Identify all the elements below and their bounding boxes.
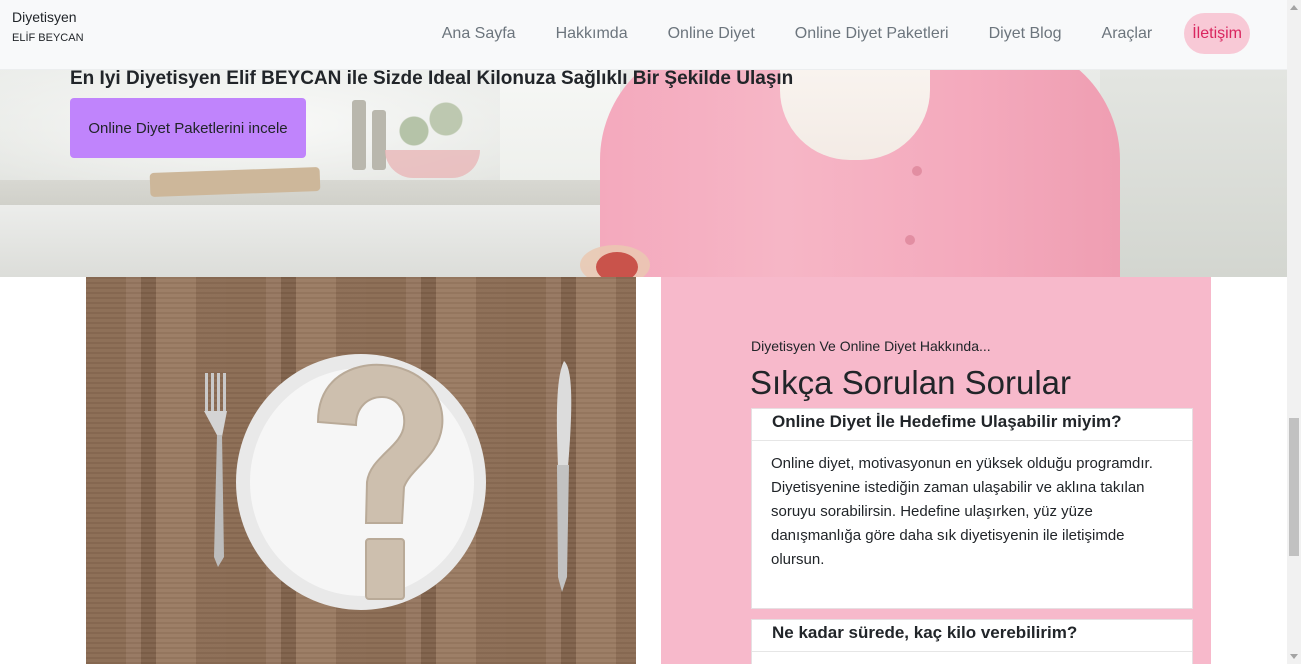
knife-icon xyxy=(556,361,572,592)
hero-title: En İyi Diyetisyen Elif BEYCAN ile Sizde … xyxy=(70,68,794,89)
shirt-button xyxy=(912,166,922,176)
faq-accordion-item: Online Diyet İle Hedefime Ulaşabilir miy… xyxy=(751,408,1193,609)
hero-jar xyxy=(352,100,366,170)
faq-eyebrow: Diyetisyen Ve Online Diyet Hakkında... xyxy=(751,338,991,354)
plate-illustration xyxy=(204,354,572,610)
page-scrollbar[interactable] xyxy=(1287,0,1301,664)
nav-item-online-diyet-paketleri[interactable]: Online Diyet Paketleri xyxy=(787,17,957,50)
view-packages-button[interactable]: Online Diyet Paketlerini incele xyxy=(70,98,306,158)
question-mark-plate-image xyxy=(86,277,636,664)
brand-logo[interactable]: Diyetisyen ELİF BEYCAN xyxy=(12,9,84,44)
nav-item-diyet-blog[interactable]: Diyet Blog xyxy=(981,17,1070,50)
faq-title: Sıkça Sorulan Sorular xyxy=(750,364,1071,401)
nav-item-araclar[interactable]: Araçlar xyxy=(1094,17,1161,50)
hero-tomato xyxy=(596,252,638,277)
scroll-up-arrow-icon[interactable] xyxy=(1290,5,1298,10)
hero-bowl xyxy=(385,150,480,178)
nav-item-online-diyet[interactable]: Online Diyet xyxy=(660,17,763,50)
hero-right-background xyxy=(1100,60,1287,277)
navbar: Diyetisyen ELİF BEYCAN Ana Sayfa Hakkımd… xyxy=(0,0,1287,70)
nav-menu: Ana Sayfa Hakkımda Online Diyet Online D… xyxy=(410,13,1250,54)
brand-subtitle: ELİF BEYCAN xyxy=(12,32,84,44)
hero-jar xyxy=(372,110,386,170)
nav-item-iletisim[interactable]: İletişim xyxy=(1184,13,1250,54)
nav-item-ana-sayfa[interactable]: Ana Sayfa xyxy=(434,17,524,50)
faq-answer: Online diyet, motivasyonun en yüksek old… xyxy=(771,455,1153,568)
hero-plant xyxy=(390,95,470,155)
fork-icon xyxy=(204,373,227,567)
nav-item-hakkimda[interactable]: Hakkımda xyxy=(548,17,636,50)
faq-question-button[interactable]: Online Diyet İle Hedefime Ulaşabilir miy… xyxy=(752,409,1192,441)
faq-section: Diyetisyen Ve Online Diyet Hakkında... S… xyxy=(661,277,1211,664)
faq-accordion-item: Ne kadar sürede, kaç kilo verebilirim? xyxy=(751,619,1193,664)
faq-question-button[interactable]: Ne kadar sürede, kaç kilo verebilirim? xyxy=(752,620,1192,652)
scrollbar-thumb[interactable] xyxy=(1289,418,1299,556)
question-mark-dot xyxy=(365,538,405,600)
brand-name: Diyetisyen xyxy=(12,9,77,25)
shirt-button xyxy=(905,235,915,245)
scroll-down-arrow-icon[interactable] xyxy=(1290,654,1298,659)
